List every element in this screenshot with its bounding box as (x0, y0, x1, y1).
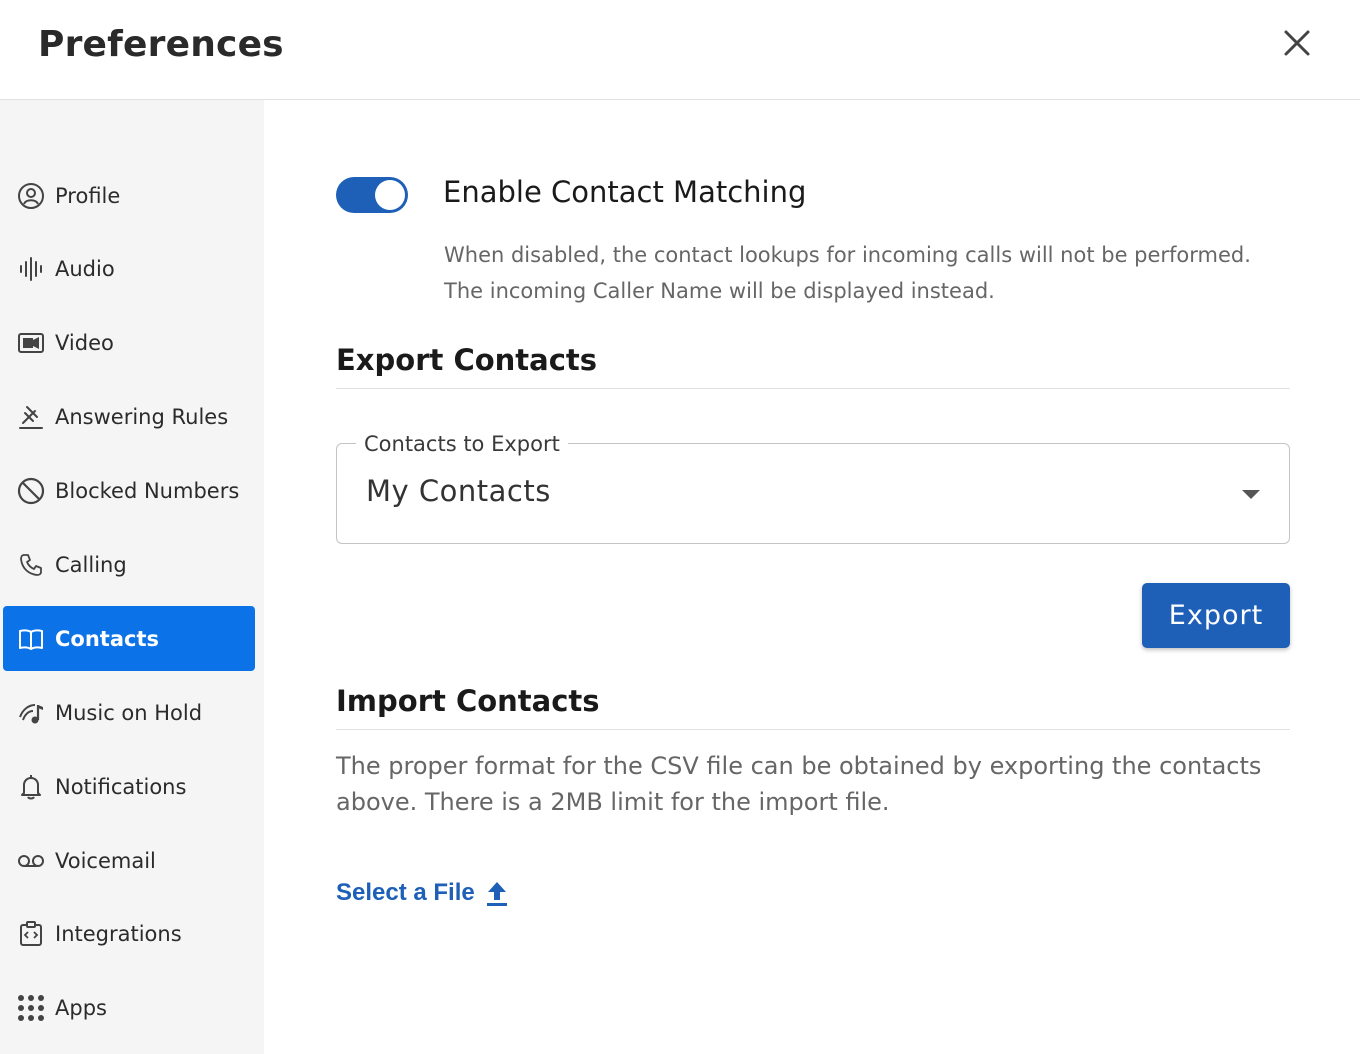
sidebar-item-integrations[interactable]: Integrations (3, 901, 255, 966)
sidebar-item-label: Contacts (55, 626, 159, 651)
description-line: When disabled, the contact lookups for i… (444, 243, 1251, 267)
contact-matching-label: Enable Contact Matching (443, 175, 807, 209)
sidebar-item-label: Audio (55, 256, 115, 281)
dialog-header: Preferences (0, 0, 1360, 100)
sidebar-item-apps[interactable]: Apps (3, 975, 255, 1040)
import-section-title: Import Contacts (336, 684, 600, 718)
sidebar-item-notifications[interactable]: Notifications (3, 754, 255, 819)
sidebar-item-label: Voicemail (55, 848, 156, 873)
select-value: My Contacts (366, 474, 551, 508)
sidebar-item-label: Integrations (55, 921, 182, 946)
apps-grid-icon (17, 994, 45, 1022)
music-icon (17, 699, 45, 727)
divider (336, 729, 1290, 730)
sidebar-item-label: Video (55, 330, 114, 355)
sidebar-item-label: Music on Hold (55, 700, 203, 725)
sidebar-item-calling[interactable]: Calling (3, 532, 255, 597)
export-section-title: Export Contacts (336, 343, 598, 377)
sidebar-item-answering-rules[interactable]: Answering Rules (3, 384, 255, 449)
sidebar-item-contacts[interactable]: Contacts (3, 606, 255, 671)
sidebar-item-label: Apps (55, 995, 107, 1020)
divider (336, 388, 1290, 389)
sidebar-item-label: Calling (55, 552, 127, 577)
import-description: The proper format for the CSV file can b… (336, 752, 1262, 816)
sidebar-item-label: Blocked Numbers (55, 478, 240, 503)
bell-icon (17, 773, 45, 801)
page-title: Preferences (38, 24, 284, 65)
answering-rules-icon (17, 403, 45, 431)
close-button[interactable] (1276, 22, 1318, 64)
select-label: Contacts to Export (356, 432, 568, 456)
integrations-icon (17, 920, 45, 948)
sidebar-item-audio[interactable]: Audio (3, 236, 255, 301)
voicemail-icon (17, 847, 45, 875)
blocked-icon (17, 477, 45, 505)
sidebar-item-voicemail[interactable]: Voicemail (3, 828, 255, 893)
sidebar-item-label: Profile (55, 183, 121, 208)
sidebar-item-music-on-hold[interactable]: Music on Hold (3, 680, 255, 745)
description-line: The incoming Caller Name will be display… (444, 279, 995, 303)
sidebar-item-label: Answering Rules (55, 404, 229, 429)
select-file-link[interactable]: Select a File (336, 876, 509, 910)
close-icon (1284, 30, 1310, 56)
audio-icon (17, 255, 45, 283)
contact-matching-description: When disabled, the contact lookups for i… (444, 237, 1284, 309)
sidebar-item-blocked-numbers[interactable]: Blocked Numbers (3, 458, 255, 523)
contact-matching-toggle[interactable] (336, 177, 408, 213)
book-icon (17, 625, 45, 653)
sidebar-item-profile[interactable]: Profile (3, 163, 255, 228)
profile-icon (17, 182, 45, 210)
phone-icon (17, 551, 45, 579)
select-file-label: Select a File (336, 879, 475, 906)
chevron-down-icon (1242, 490, 1260, 499)
export-button[interactable]: Export (1142, 583, 1290, 648)
upload-icon (485, 879, 509, 907)
sidebar-item-video[interactable]: Video (3, 310, 255, 375)
video-icon (17, 329, 45, 357)
sidebar-item-label: Notifications (55, 774, 187, 799)
toggle-knob (375, 180, 405, 210)
